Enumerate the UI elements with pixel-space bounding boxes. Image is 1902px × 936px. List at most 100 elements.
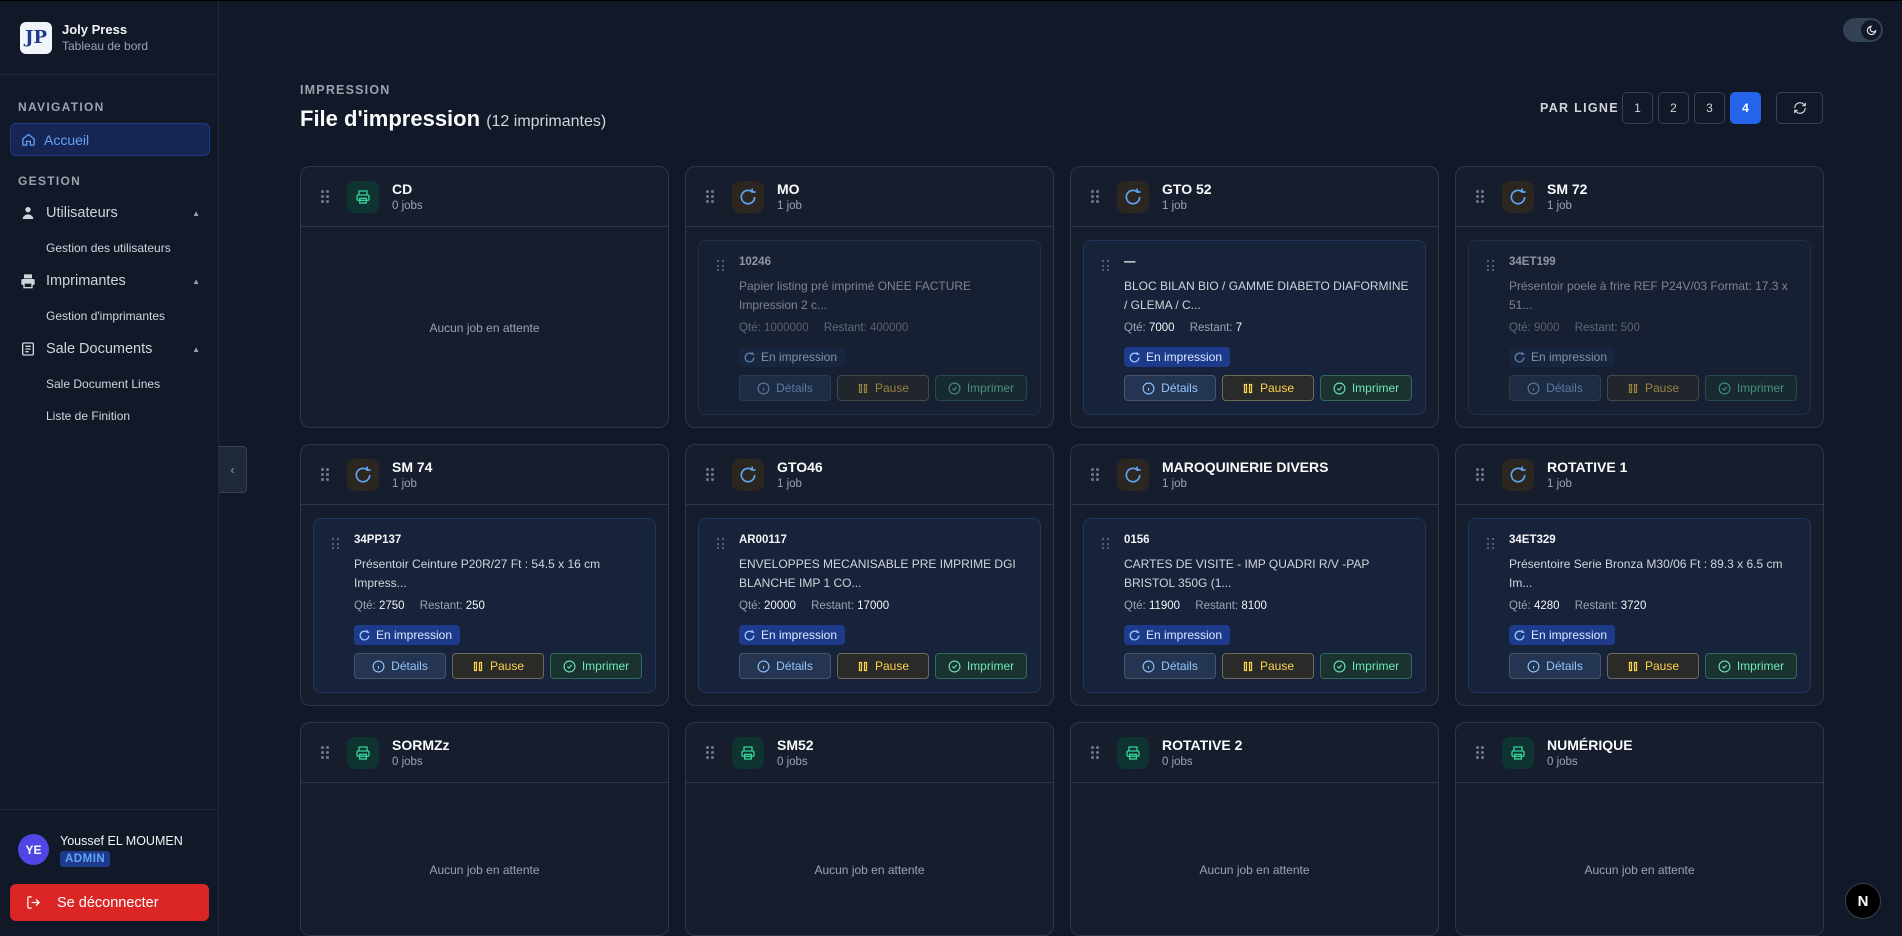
print-button[interactable]: Imprimer [550,653,642,679]
printer-card[interactable]: SORMZz 0 jobs Aucun job en attente [300,722,669,936]
print-label: Imprimer [1736,381,1785,395]
details-button[interactable]: Détails [1509,375,1601,401]
pause-button[interactable]: Pause [837,375,929,401]
brand[interactable]: JP Joly Press Tableau de bord [0,1,218,75]
drag-handle-icon[interactable] [706,468,714,482]
printer-card[interactable]: GTO 52 1 job — BLOC BILAN BIO / GAMME DI… [1070,166,1439,428]
logout-button[interactable]: Se déconnecter [10,884,209,921]
job-card[interactable]: 0156 CARTES DE VISITE - IMP QUADRI R/V -… [1083,518,1426,693]
job-quantities: Qté: 1000000 Restant: 400000 [739,322,908,334]
printer-name: CD [392,181,413,197]
printer-card[interactable]: SM 72 1 job 34ET199 Présentoir poele à f… [1455,166,1824,428]
dev-badge[interactable]: N [1845,883,1881,919]
nav-sub-sale-document-lines[interactable]: Sale Document Lines [46,377,160,391]
pause-button[interactable]: Pause [1607,653,1699,679]
drag-handle-icon[interactable] [321,190,329,204]
print-button[interactable]: Imprimer [1705,653,1797,679]
drag-handle-icon[interactable] [706,746,714,760]
details-button[interactable]: Détails [739,375,831,401]
drag-handle-icon[interactable] [1091,468,1099,482]
drag-handle-icon[interactable] [1091,746,1099,760]
nav-sub-gestion-imprimantes[interactable]: Gestion d'imprimantes [46,309,165,323]
job-card[interactable]: — BLOC BILAN BIO / GAMME DIABETO DIAFORM… [1083,240,1426,415]
collapse-sidebar-button[interactable]: ‹ [219,446,247,493]
per-line-option-4[interactable]: 4 [1730,92,1761,124]
print-button[interactable]: Imprimer [1320,653,1412,679]
print-button[interactable]: Imprimer [935,653,1027,679]
nav-sub-liste-finition[interactable]: Liste de Finition [46,409,130,423]
job-card[interactable]: 34PP137 Présentoir Ceinture P20R/27 Ft :… [313,518,656,693]
drag-handle-icon[interactable] [706,190,714,204]
nav-group-sale-documents[interactable]: Sale Documents ▲ [20,341,200,357]
job-card[interactable]: 34ET329 Présentoire Serie Bronza M30/06 … [1468,518,1811,693]
status-badge: En impression [354,625,461,645]
details-button[interactable]: Détails [739,653,831,679]
drag-handle-icon[interactable] [717,538,725,550]
printer-card[interactable]: MAROQUINERIE DIVERS 1 job 0156 CARTES DE… [1070,444,1439,706]
printer-card[interactable]: MO 1 job 10246 Papier listing pré imprim… [685,166,1054,428]
print-button[interactable]: Imprimer [1320,375,1412,401]
remaining-value: 400000 [869,322,909,334]
drag-handle-icon[interactable] [1487,260,1495,272]
per-line-option-3[interactable]: 3 [1694,92,1725,124]
remaining-label: Restant: [1195,600,1239,612]
print-button[interactable]: Imprimer [1705,375,1797,401]
qty-value: 11900 [1148,600,1181,612]
drag-handle-icon[interactable] [332,538,340,550]
pause-button[interactable]: Pause [1222,375,1314,401]
refresh-spinner-icon [743,629,756,642]
pause-button[interactable]: Pause [1222,653,1314,679]
printer-card[interactable]: ROTATIVE 2 0 jobs Aucun job en attente [1070,722,1439,936]
drag-handle-icon[interactable] [717,260,725,272]
refresh-spinner-icon [743,351,756,364]
print-button[interactable]: Imprimer [935,375,1027,401]
empty-queue-message: Aucun job en attente [429,863,540,877]
drag-handle-icon[interactable] [1487,538,1495,550]
nav-group-imprimantes[interactable]: Imprimantes ▲ [20,273,200,289]
check-circle-icon [1333,382,1346,395]
printer-card-header: MO 1 job [686,167,1053,227]
drag-handle-icon[interactable] [321,746,329,760]
drag-handle-icon[interactable] [321,468,329,482]
job-card[interactable]: AR00117 ENVELOPPES MECANISABLE PRE IMPRI… [698,518,1041,693]
printer-name: MO [777,181,800,197]
remaining-value: 250 [465,600,485,612]
per-line-option-2[interactable]: 2 [1658,92,1689,124]
nav-group-label: Imprimantes [46,273,126,289]
qty-value: 4280 [1533,600,1560,612]
theme-toggle[interactable] [1843,18,1883,42]
printer-card[interactable]: NUMÉRIQUE 0 jobs Aucun job en attente [1455,722,1824,936]
job-quantities: Qté: 4280 Restant: 3720 [1509,600,1646,612]
refresh-button[interactable] [1776,92,1823,124]
details-button[interactable]: Détails [1124,375,1216,401]
pause-button[interactable]: Pause [452,653,544,679]
pause-button[interactable]: Pause [1607,375,1699,401]
printer-card[interactable]: SM 74 1 job 34PP137 Présentoir Ceinture … [300,444,669,706]
pause-button[interactable]: Pause [837,653,929,679]
job-description: Papier listing pré imprimé ONEE FACTURE … [739,279,972,312]
per-line-option-1[interactable]: 1 [1622,92,1653,124]
status-label: En impression [1146,628,1223,642]
printer-card[interactable]: GTO46 1 job AR00117 ENVELOPPES MECANISAB… [685,444,1054,706]
printer-card[interactable]: SM52 0 jobs Aucun job en attente [685,722,1054,936]
printer-job-count: 1 job [1162,200,1187,212]
printer-card[interactable]: CD 0 jobs Aucun job en attente [300,166,669,428]
nav-group-utilisateurs[interactable]: Utilisateurs ▲ [20,205,200,221]
details-button[interactable]: Détails [1124,653,1216,679]
drag-handle-icon[interactable] [1102,538,1110,550]
printer-card-header: MAROQUINERIE DIVERS 1 job [1071,445,1438,505]
details-button[interactable]: Détails [1509,653,1601,679]
drag-handle-icon[interactable] [1102,260,1110,272]
job-card[interactable]: 34ET199 Présentoir poele à frire REF P24… [1468,240,1811,415]
drag-handle-icon[interactable] [1476,468,1484,482]
qty-label: Qté: [1509,600,1531,612]
drag-handle-icon[interactable] [1091,190,1099,204]
drag-handle-icon[interactable] [1476,190,1484,204]
drag-handle-icon[interactable] [1476,746,1484,760]
job-card[interactable]: 10246 Papier listing pré imprimé ONEE FA… [698,240,1041,415]
printer-card[interactable]: ROTATIVE 1 1 job 34ET329 Présentoire Ser… [1455,444,1824,706]
details-button[interactable]: Détails [354,653,446,679]
print-label: Imprimer [1351,659,1400,673]
nav-item-accueil[interactable]: Accueil [10,123,210,156]
nav-sub-gestion-utilisateurs[interactable]: Gestion des utilisateurs [46,241,171,255]
